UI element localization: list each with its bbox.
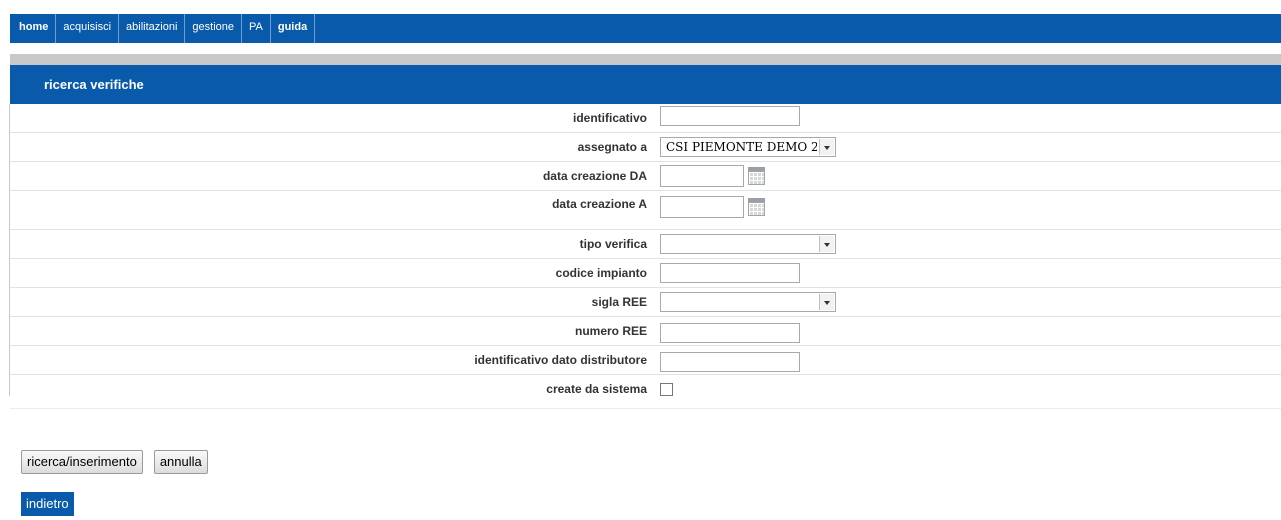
data-creazione-a-input[interactable] [660,196,744,218]
nav-pa[interactable]: PA [242,14,271,43]
row-data-creazione-da: data creazione DA [10,162,1281,191]
chevron-down-icon[interactable] [819,139,834,155]
numero-ree-input[interactable] [660,323,800,343]
sigla-ree-label: sigla REE [591,295,647,309]
assegnato-a-value: CSI PIEMONTE DEMO 2 [666,140,817,154]
data-creazione-da-label: data creazione DA [542,169,647,183]
nav-acquisisci[interactable]: acquisisci [56,14,120,43]
separator-band [10,54,1281,65]
search-form: identificativo assegnato a CSI PIEMONTE … [10,104,1281,409]
back-button[interactable]: indietro [21,492,74,516]
tipo-verifica-select[interactable] [660,234,836,254]
nav-abilitazioni[interactable]: abilitazioni [119,14,186,43]
tipo-verifica-value [666,235,817,253]
identificativo-input[interactable] [660,106,800,126]
row-data-creazione-a: data creazione A [10,191,1281,230]
form-actions: ricerca/inserimento annulla [21,450,208,474]
section-title: ricerca verifiche [10,65,1281,104]
identificativo-dato-distributore-input[interactable] [660,352,800,372]
row-tipo-verifica: tipo verifica [10,230,1281,259]
tipo-verifica-label: tipo verifica [579,237,647,251]
row-assegnato-a: assegnato a CSI PIEMONTE DEMO 2 [10,133,1281,162]
row-identificativo: identificativo [10,104,1281,133]
codice-impianto-input[interactable] [660,263,800,283]
assegnato-a-label: assegnato a [577,140,647,154]
search-insert-button[interactable]: ricerca/inserimento [21,450,143,474]
cancel-button[interactable]: annulla [153,450,208,474]
row-numero-ree: numero REE [10,317,1281,346]
row-identificativo-dato-distributore: identificativo dato distributore [10,346,1281,375]
sigla-ree-select[interactable] [660,292,836,312]
chevron-down-icon[interactable] [819,236,834,252]
identificativo-label: identificativo [572,111,647,125]
create-da-sistema-checkbox[interactable] [660,383,673,396]
nav-gestione[interactable]: gestione [185,14,242,43]
codice-impianto-label: codice impianto [555,266,647,280]
sigla-ree-value [666,293,817,311]
row-create-da-sistema: create da sistema [10,375,1281,409]
calendar-icon[interactable] [746,165,767,187]
calendar-icon[interactable] [746,196,767,218]
top-navigation: home acquisisci abilitazioni gestione PA… [10,14,1281,43]
nav-home[interactable]: home [10,14,57,43]
numero-ree-label: numero REE [574,324,647,338]
chevron-down-icon[interactable] [819,294,834,310]
assegnato-a-select[interactable]: CSI PIEMONTE DEMO 2 [660,137,836,157]
row-sigla-ree: sigla REE [10,288,1281,317]
nav-guida[interactable]: guida [271,14,316,43]
data-creazione-a-label: data creazione A [552,197,647,211]
row-codice-impianto: codice impianto [10,259,1281,288]
create-da-sistema-label: create da sistema [546,382,647,396]
identificativo-dato-distributore-label: identificativo dato distributore [474,353,647,367]
data-creazione-da-input[interactable] [660,165,744,187]
